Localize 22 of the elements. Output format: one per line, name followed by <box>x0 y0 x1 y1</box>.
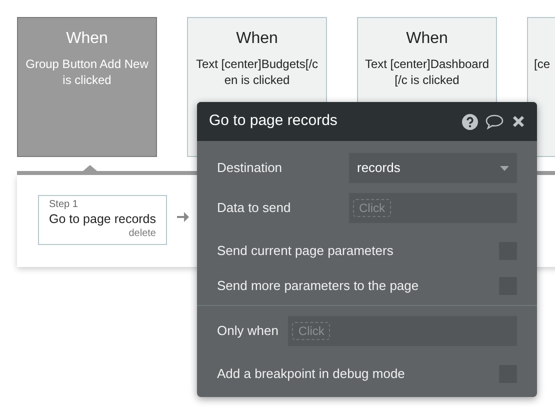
delete-link[interactable]: delete <box>128 228 156 240</box>
field-label: Destination <box>217 159 284 178</box>
field-label: Send current page parameters <box>217 242 394 260</box>
comment-icon[interactable] <box>485 114 504 130</box>
help-icon[interactable] <box>462 114 478 130</box>
event-title: When <box>236 29 278 49</box>
event-description: Group Button Add New is clicked <box>24 56 150 88</box>
destination-dropdown[interactable]: records <box>349 153 517 183</box>
event-description: [ce <box>534 56 552 72</box>
field-label: Send more parameters to the page <box>217 276 420 295</box>
step-action: Go to page records <box>49 211 156 228</box>
step-label: Step 1 <box>49 199 79 211</box>
event-title: When <box>406 29 448 49</box>
close-icon[interactable] <box>512 115 525 128</box>
step-card[interactable]: Step 1 Go to page records delete <box>38 195 167 245</box>
event-description: Text [center]Dashboard[/c is clicked <box>364 56 490 88</box>
arrow-right-icon <box>177 211 189 223</box>
field-label: Add a breakpoint in debug mode <box>217 364 406 383</box>
event-title: When <box>66 29 108 49</box>
field-label: Only when <box>217 322 278 340</box>
event-description: Text [center]Budgets[/cen is clicked <box>194 56 320 88</box>
field-label: Data to send <box>217 199 292 218</box>
